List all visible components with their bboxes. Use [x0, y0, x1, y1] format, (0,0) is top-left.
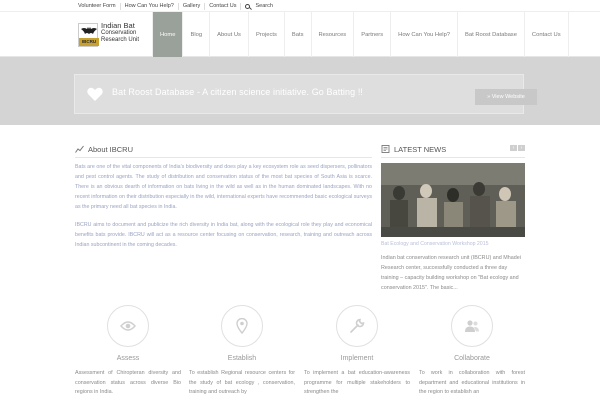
news-carousel-controls: ‹ › — [510, 145, 525, 151]
top-link-contact-us[interactable]: Contact Us — [205, 2, 242, 10]
top-utility-bar: Volunteer Form How Can You Help? Gallery… — [0, 0, 600, 12]
heart-icon — [87, 87, 103, 101]
feature-collaborate-circle[interactable] — [451, 305, 493, 347]
news-title-text: LATEST NEWS — [394, 144, 447, 154]
users-icon — [465, 320, 479, 332]
site-header: IBCRU Indian Bat Conservation Research U… — [0, 12, 600, 57]
features-row: Assess Assessment of Chiropteran diversi… — [75, 305, 525, 400]
feature-establish-title: Establish — [227, 355, 257, 362]
top-link-gallery[interactable]: Gallery — [179, 2, 206, 10]
about-section: About IBCRU Bats are one of the vital co… — [75, 143, 372, 248]
site-logo[interactable]: IBCRU Indian Bat Conservation Research U… — [78, 19, 148, 53]
feature-implement-circle[interactable] — [336, 305, 378, 347]
news-photo-illustration — [381, 163, 525, 237]
top-links: Volunteer Form How Can You Help? Gallery… — [78, 0, 277, 12]
logo-line-2: Conservation — [101, 29, 137, 36]
nav-item-resources[interactable]: Resources — [310, 12, 354, 57]
search-icon — [245, 3, 251, 9]
promo-banner: Bat Roost Database - A citizen science i… — [0, 57, 600, 125]
feature-implement-text: To implement a bat education-awareness p… — [304, 370, 410, 395]
about-title: About IBCRU — [75, 143, 372, 155]
news-title: LATEST NEWS — [381, 143, 525, 155]
news-next-button[interactable]: › — [518, 145, 525, 151]
banner-text: Bat Roost Database - A citizen science i… — [112, 87, 364, 97]
nav-item-home[interactable]: Home — [152, 12, 183, 57]
main-nav: Home Blog About Us Projects Bats Resourc… — [152, 12, 569, 57]
logo-badge: IBCRU — [79, 38, 99, 46]
news-caption-link[interactable]: Bat Ecology and Conservation Workshop 20… — [381, 241, 488, 247]
nav-item-contact-us[interactable]: Contact Us — [523, 12, 569, 57]
document-icon — [381, 145, 390, 153]
news-prev-button[interactable]: ‹ — [510, 145, 517, 151]
about-paragraph-1: Bats are one of the vital components of … — [75, 164, 372, 210]
feature-implement-title: Implement — [340, 355, 374, 362]
bat-icon — [81, 27, 97, 34]
top-link-volunteer-form[interactable]: Volunteer Form — [78, 2, 121, 10]
logo-line-3: Research Unit — [101, 37, 140, 43]
map-pin-icon — [236, 318, 248, 334]
feature-assess-text: Assessment of Chiropteran diversity and … — [75, 370, 181, 395]
feature-assess-title: Assess — [116, 355, 140, 362]
logo-line-1: Indian Bat — [101, 21, 135, 30]
banner-box: Bat Roost Database - A citizen science i… — [74, 74, 537, 114]
search-label: Search — [255, 2, 273, 9]
wrench-icon — [350, 318, 365, 333]
about-paragraph-2: IBCRU aims to document and publicize the… — [75, 222, 372, 248]
logo-text: Indian Bat Conservation Research Unit — [101, 22, 139, 45]
nav-item-about-us[interactable]: About Us — [209, 12, 248, 57]
news-excerpt: Indian bat conservation research unit (I… — [381, 255, 521, 291]
nav-item-blog[interactable]: Blog — [182, 12, 209, 57]
feature-establish-text: To establish Regional resource centers f… — [189, 370, 295, 395]
nav-item-projects[interactable]: Projects — [247, 12, 284, 57]
feature-collaborate-title: Collaborate — [454, 355, 490, 362]
feature-collaborate-text: To work in collaboration with forest dep… — [419, 370, 525, 395]
latest-news-section: LATEST NEWS ‹ › Bat Ecology and Conserva… — [381, 143, 525, 291]
top-search[interactable]: Search — [241, 3, 276, 10]
about-divider — [75, 157, 372, 158]
nav-item-bat-roost-database[interactable]: Bat Roost Database — [457, 12, 524, 57]
nav-item-partners[interactable]: Partners — [353, 12, 390, 57]
feature-establish-circle[interactable] — [221, 305, 263, 347]
logo-mark: IBCRU — [78, 23, 99, 47]
news-divider — [381, 157, 525, 158]
feature-assess-circle[interactable] — [107, 305, 149, 347]
eye-icon — [120, 321, 136, 331]
view-website-button[interactable]: » View Website — [475, 89, 537, 105]
news-photo[interactable] — [381, 163, 525, 237]
top-link-how-can-you-help[interactable]: How Can You Help? — [121, 2, 179, 10]
line-chart-icon — [75, 145, 84, 153]
nav-item-how-can-you-help[interactable]: How Can You Help? — [390, 12, 457, 57]
about-title-text: About IBCRU — [88, 144, 134, 154]
nav-item-bats[interactable]: Bats — [283, 12, 311, 57]
